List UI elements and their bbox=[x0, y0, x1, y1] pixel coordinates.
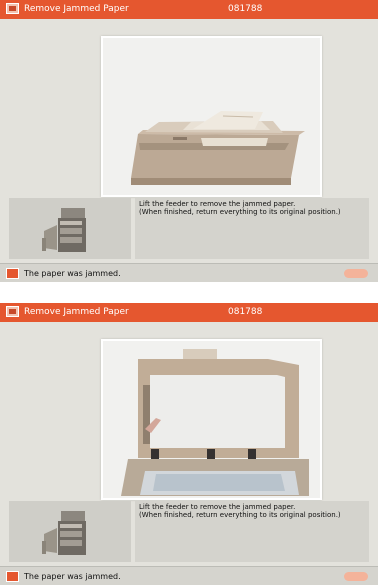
bottom-panel: Lift the feeder to remove the jammed pap… bbox=[9, 198, 369, 259]
content-area: Lift the feeder to remove the jammed pap… bbox=[0, 322, 378, 566]
instruction-line-2: (When finished, return everything to its… bbox=[139, 511, 341, 519]
jam-screen-2: Remove Jammed Paper 081788 Lift the feed… bbox=[0, 303, 378, 585]
status-bar: The paper was jammed. bbox=[0, 566, 378, 585]
instruction-line-2: (When finished, return everything to its… bbox=[139, 208, 341, 216]
error-icon bbox=[6, 268, 19, 279]
instruction-line-1: Lift the feeder to remove the jammed pap… bbox=[139, 503, 296, 511]
illustration-frame bbox=[101, 36, 322, 197]
title-bar: Remove Jammed Paper 081788 bbox=[0, 303, 378, 322]
instruction-line-1: Lift the feeder to remove the jammed pap… bbox=[139, 200, 296, 208]
illustration-frame bbox=[101, 339, 322, 500]
screen-title: Remove Jammed Paper bbox=[24, 307, 129, 317]
status-message: The paper was jammed. bbox=[24, 572, 121, 581]
error-icon bbox=[6, 571, 19, 582]
screen-title: Remove Jammed Paper bbox=[24, 4, 129, 14]
content-area: Lift the feeder to remove the jammed pap… bbox=[0, 19, 378, 263]
status-message: The paper was jammed. bbox=[24, 269, 121, 278]
error-code: 081788 bbox=[228, 4, 263, 14]
machine-thumbnail bbox=[9, 198, 131, 259]
error-code: 081788 bbox=[228, 307, 263, 317]
instruction-message: Lift the feeder to remove the jammed pap… bbox=[135, 501, 369, 562]
status-bar: The paper was jammed. bbox=[0, 263, 378, 282]
copier-icon bbox=[42, 208, 86, 252]
bottom-panel: Lift the feeder to remove the jammed pap… bbox=[9, 501, 369, 562]
instruction-message: Lift the feeder to remove the jammed pap… bbox=[135, 198, 369, 259]
printer-warning-icon bbox=[6, 306, 19, 317]
feeder-lifted-illustration bbox=[121, 349, 309, 496]
status-pill-button[interactable] bbox=[344, 572, 368, 581]
printer-warning-icon bbox=[6, 3, 19, 14]
jam-screen-1: Remove Jammed Paper 081788 Lift the feed… bbox=[0, 0, 378, 282]
copier-icon bbox=[42, 511, 86, 555]
status-pill-button[interactable] bbox=[344, 269, 368, 278]
machine-thumbnail bbox=[9, 501, 131, 562]
title-bar: Remove Jammed Paper 081788 bbox=[0, 0, 378, 19]
feeder-closed-illustration bbox=[131, 111, 305, 185]
